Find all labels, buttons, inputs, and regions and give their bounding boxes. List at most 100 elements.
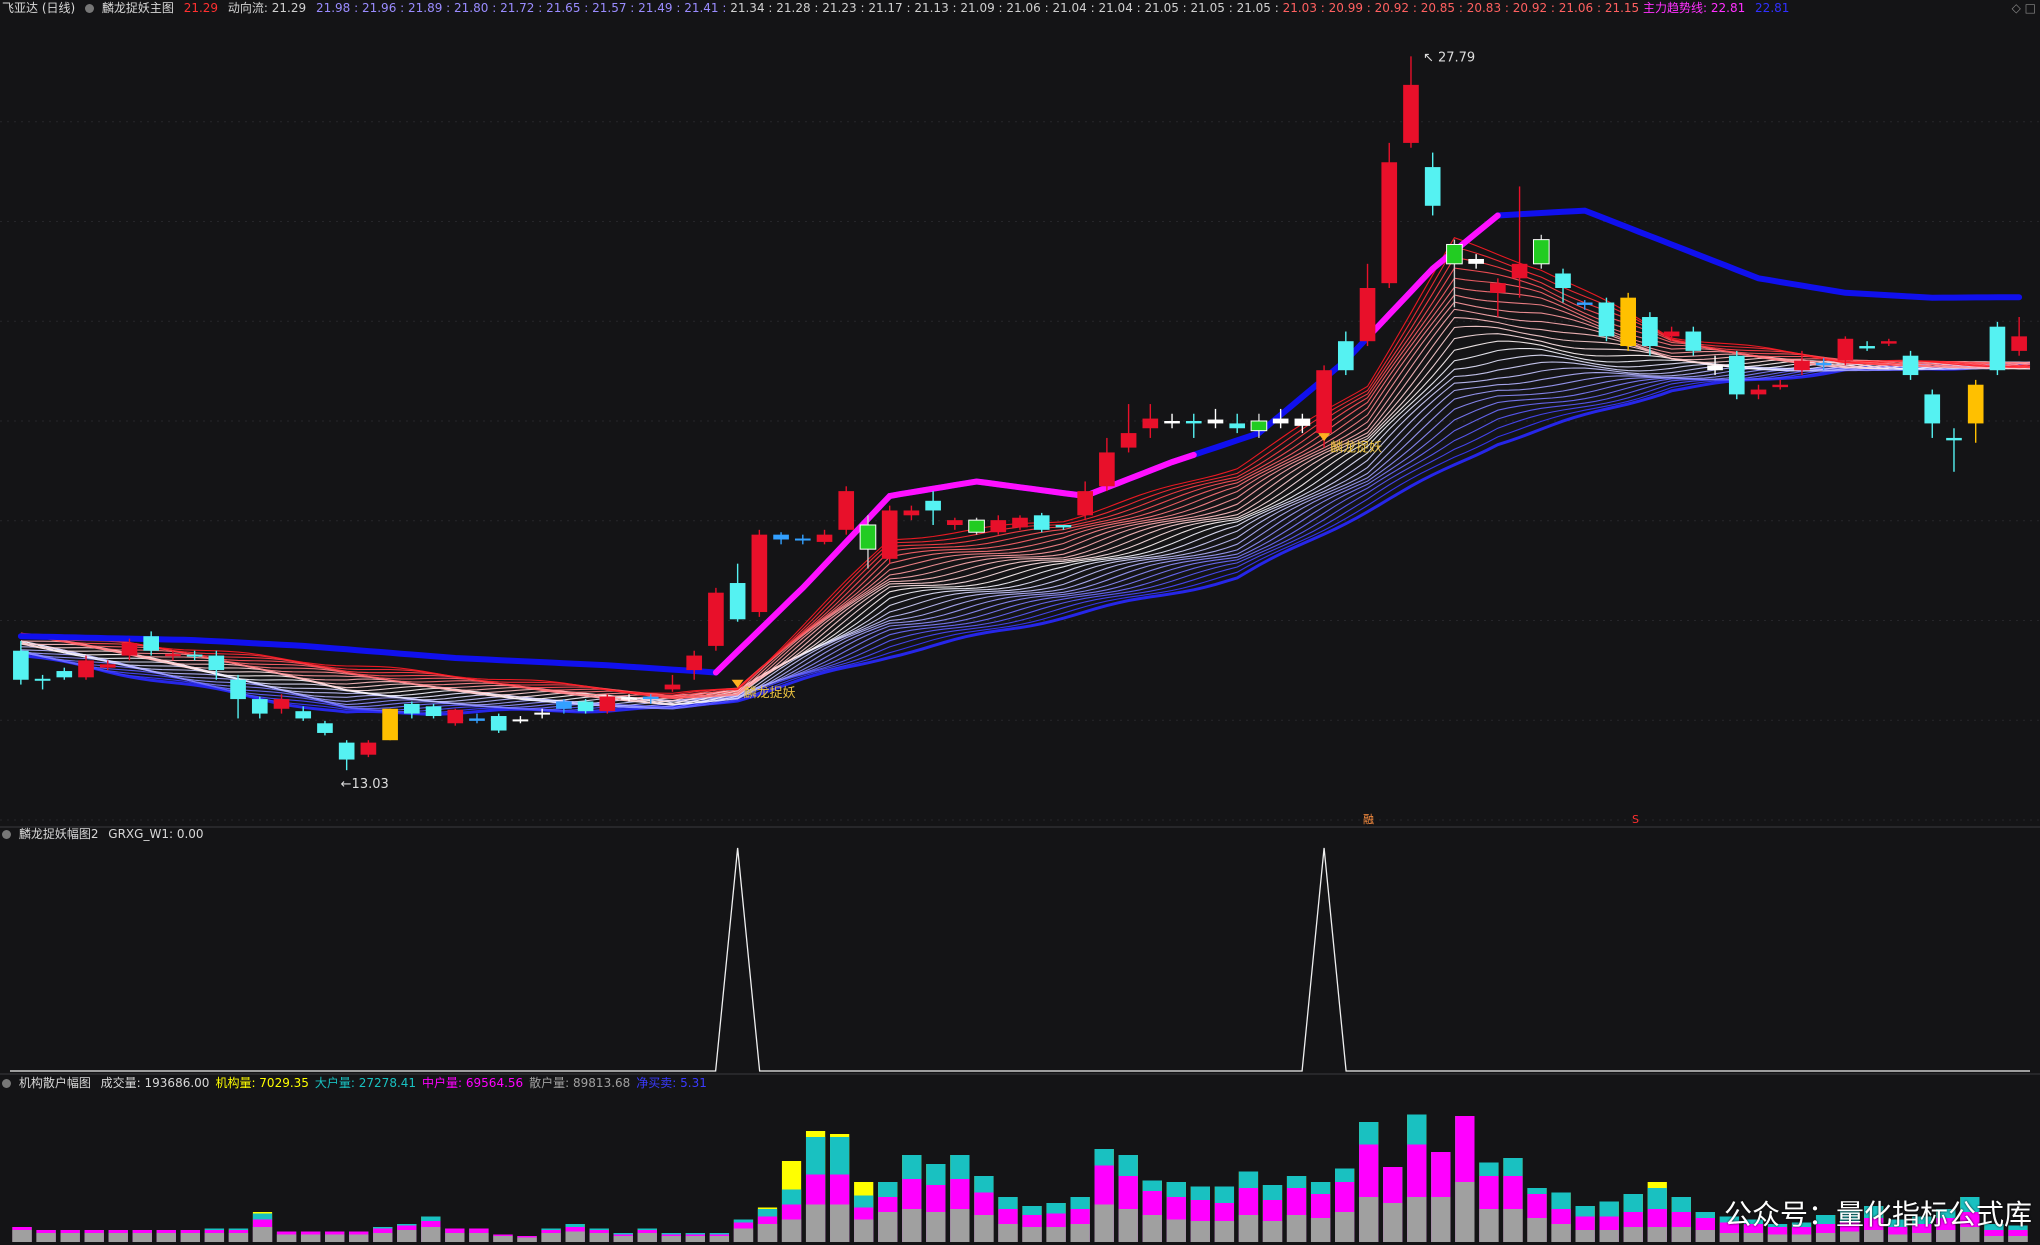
candle xyxy=(230,674,246,719)
candle-body xyxy=(1229,423,1246,429)
ma-value: 21.34 : xyxy=(730,1,777,15)
candle-body xyxy=(165,654,181,657)
volume-bar xyxy=(1551,1192,1571,1242)
volume-retail-segment xyxy=(397,1230,417,1242)
volume-bar xyxy=(1407,1114,1427,1242)
candle-body xyxy=(1490,283,1506,293)
indicator-name[interactable]: 麟龙捉妖主图 xyxy=(102,1,174,15)
volume-retail-segment xyxy=(685,1236,705,1242)
volume-retail-segment xyxy=(757,1224,778,1242)
volume-retail-segment xyxy=(1335,1212,1355,1242)
volume-bar xyxy=(1647,1182,1667,1242)
ma-value: 20.99 : xyxy=(1328,1,1375,15)
candle xyxy=(13,641,29,685)
volume-bar xyxy=(517,1236,537,1242)
candle xyxy=(1532,234,1550,269)
volume-retail-segment xyxy=(252,1227,273,1242)
candle-body xyxy=(1055,524,1072,528)
volume-settings-icon[interactable] xyxy=(2,1079,11,1088)
volume-bar xyxy=(469,1228,489,1242)
candle-body xyxy=(1576,302,1593,305)
candle xyxy=(599,694,616,714)
stock-name[interactable]: 飞亚达 (日线) xyxy=(2,1,75,15)
candle xyxy=(1294,413,1311,434)
volume-retail-segment xyxy=(1214,1221,1235,1242)
volume-bar xyxy=(854,1182,874,1242)
volume-retail-segment xyxy=(1503,1209,1523,1242)
candle xyxy=(1902,350,1919,380)
candle-body xyxy=(642,696,659,700)
candle xyxy=(1859,341,1875,351)
candle-body xyxy=(1446,243,1463,265)
volume-bar xyxy=(1286,1176,1307,1242)
volume-bar xyxy=(349,1231,369,1242)
candle xyxy=(1142,404,1159,438)
ma-value: 20.83 : xyxy=(1466,1,1513,15)
candle xyxy=(1446,239,1463,308)
candle-body xyxy=(317,723,333,733)
ma-value: 21.09 : xyxy=(960,1,1007,15)
candle xyxy=(1185,413,1202,438)
candle xyxy=(1620,292,1636,351)
candle xyxy=(751,529,768,617)
candle-body xyxy=(1598,302,1615,337)
volume-bar xyxy=(1046,1203,1066,1242)
candle-body xyxy=(34,678,51,681)
candle-body xyxy=(512,719,529,722)
volume-retail-segment xyxy=(1431,1197,1451,1242)
candle-body xyxy=(251,699,268,714)
signal-indicator-name[interactable]: 麟龙捉妖幅图2 xyxy=(19,827,99,841)
volume-indicator-name[interactable]: 机构散户幅图 xyxy=(19,1076,91,1090)
candle-body xyxy=(751,534,768,613)
candle xyxy=(1598,297,1615,342)
chart-canvas[interactable]: ↖ 27.79←13.03麟龙捉妖麟龙捉妖融 S xyxy=(0,0,2040,1245)
volume-retail-segment xyxy=(1888,1234,1908,1242)
volume-retail-segment xyxy=(108,1233,128,1242)
candle-body xyxy=(1555,273,1571,288)
volume-retail-segment xyxy=(1479,1209,1499,1242)
volume-bar xyxy=(1310,1182,1331,1242)
volume-retail-segment xyxy=(1767,1234,1788,1242)
candle xyxy=(729,563,746,622)
volume-bar xyxy=(1214,1186,1235,1242)
ribbon-ma-line xyxy=(20,363,2031,713)
candle-body xyxy=(1207,419,1224,424)
ma-value: 21.96 : xyxy=(361,1,408,15)
main-chart-header: 飞亚达 (日线) 麟龙捉妖主图 21.29 动向流: 21.29 21.98 :… xyxy=(2,0,1795,16)
volume-retail-segment xyxy=(950,1209,970,1242)
volume-bar xyxy=(421,1216,441,1242)
ribbon-ma-line xyxy=(20,286,2031,699)
volume-bar xyxy=(228,1228,249,1242)
volume-retail-segment xyxy=(1142,1215,1162,1242)
volume-bar xyxy=(709,1233,730,1242)
volume-bar xyxy=(878,1182,898,1242)
signal-settings-icon[interactable] xyxy=(2,830,11,839)
volume-bar xyxy=(325,1231,345,1242)
ribbon-ma-line xyxy=(20,362,2031,714)
volume-bar xyxy=(1142,1180,1162,1242)
volume-retail-segment xyxy=(1984,1236,2004,1242)
volume-retail-segment xyxy=(421,1227,441,1242)
candle-body xyxy=(2011,336,2027,351)
candle xyxy=(1033,512,1050,533)
ma-value: 20.92 : xyxy=(1512,1,1559,15)
volume-retail-segment xyxy=(541,1233,561,1242)
volume-retail-segment xyxy=(1407,1197,1427,1242)
volume-retail-segment xyxy=(637,1233,657,1242)
candle-body xyxy=(534,712,550,715)
candle-body xyxy=(1620,297,1636,347)
signal-label-2: 麟龙捉妖 xyxy=(1330,440,1382,456)
indicator-settings-icon[interactable] xyxy=(85,4,95,13)
volume-retail-segment xyxy=(132,1233,152,1242)
volume-retail-segment xyxy=(1912,1233,1932,1242)
candle-body xyxy=(556,701,572,709)
volume-retail-segment xyxy=(325,1234,345,1242)
candle-body xyxy=(1924,394,1941,424)
ribbon-ma-line xyxy=(20,354,2031,704)
candle xyxy=(1229,413,1246,434)
volume-retail-segment xyxy=(1118,1209,1138,1242)
window-controls[interactable]: ◇ □ xyxy=(2012,1,2036,15)
candle-body xyxy=(404,703,420,714)
candle-body xyxy=(1033,515,1050,530)
volume-retail-segment xyxy=(1719,1233,1740,1242)
